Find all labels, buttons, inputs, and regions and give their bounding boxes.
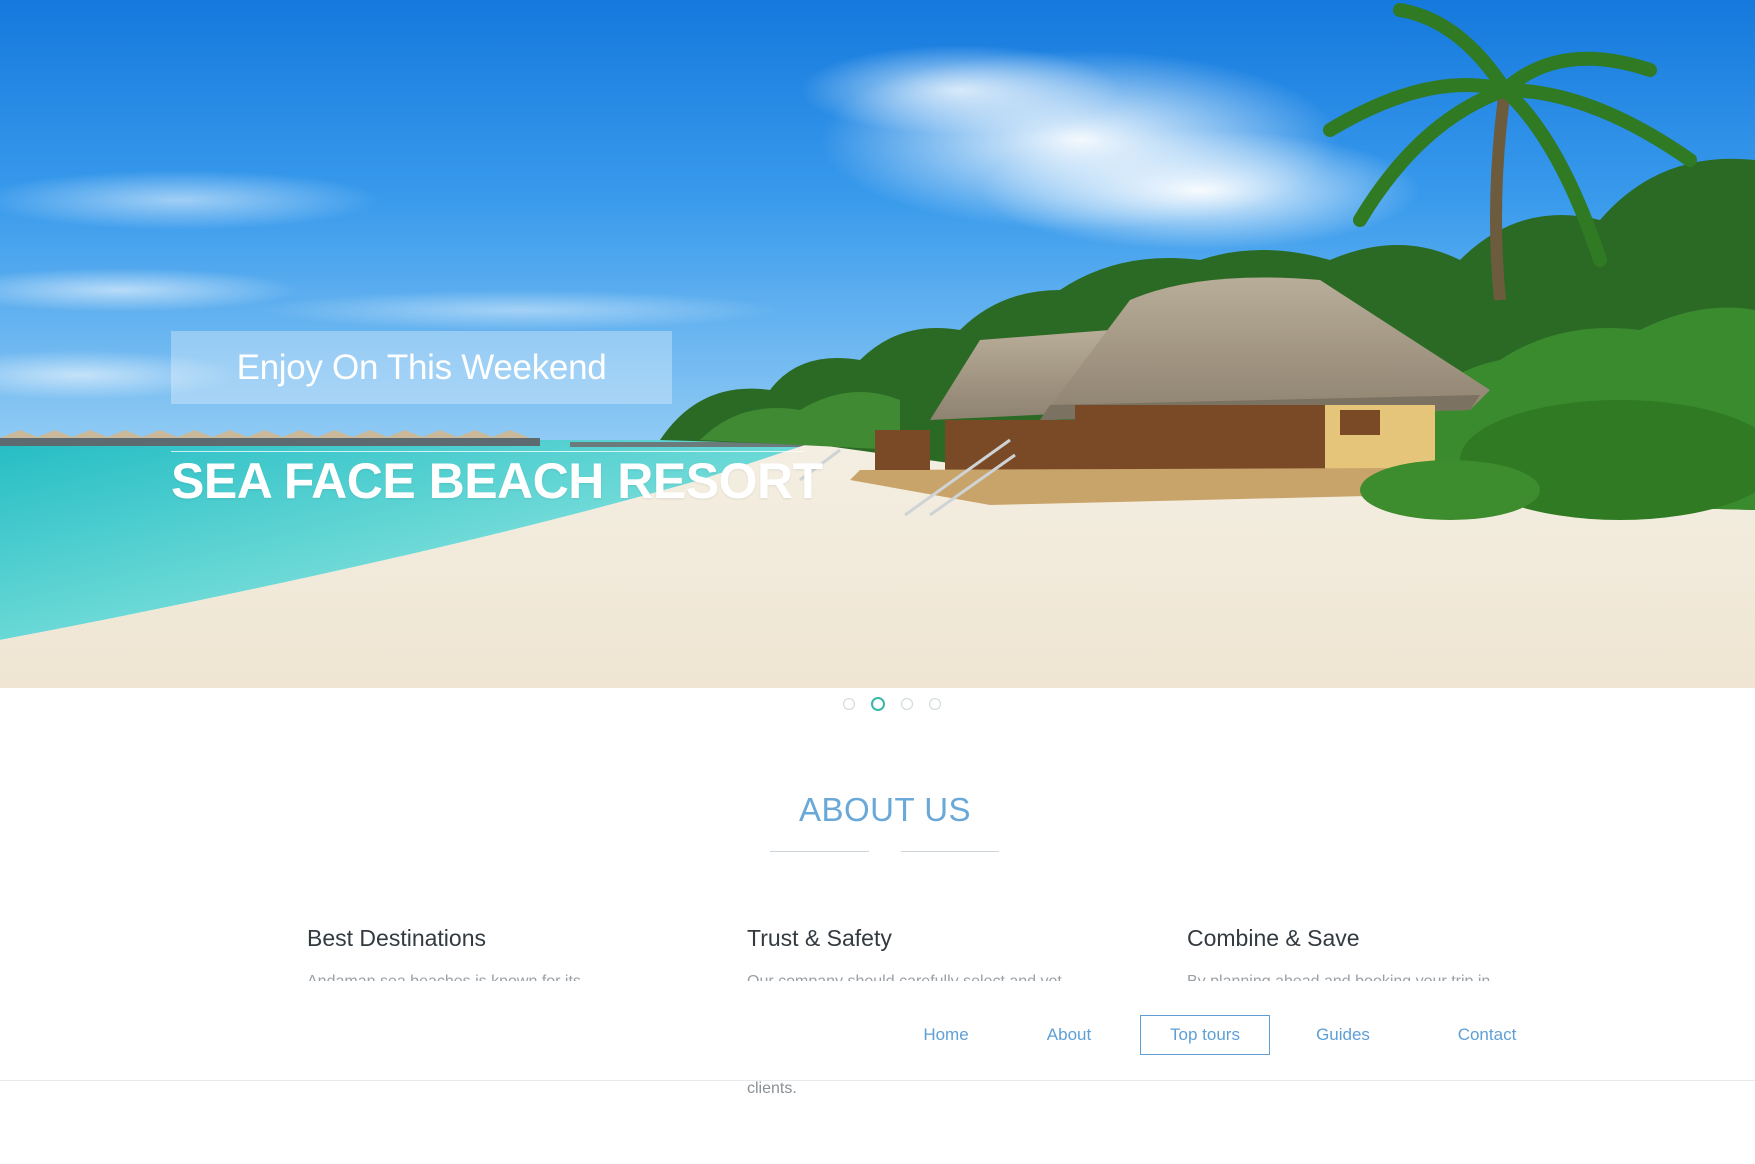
feature-trust-safety: Trust & Safety Our company should carefu… bbox=[747, 925, 1107, 981]
hero-tagline-box: Enjoy On This Weekend bbox=[171, 331, 672, 404]
hero-slider: Enjoy On This Weekend SEA FACE BEACH RES… bbox=[0, 0, 1755, 688]
nav-about[interactable]: About bbox=[1028, 1015, 1110, 1055]
feature-title: Trust & Safety bbox=[747, 925, 892, 951]
about-underline-right bbox=[901, 851, 999, 852]
main-navigation: Home About Top tours Guides Contact bbox=[0, 992, 1755, 1081]
nav-home[interactable]: Home bbox=[902, 1015, 990, 1055]
slider-pagination bbox=[843, 697, 941, 711]
page: Enjoy On This Weekend SEA FACE BEACH RES… bbox=[0, 0, 1755, 1164]
feature-text-continued: clients. bbox=[747, 1080, 797, 1097]
feature-best-destinations: Best Destinations Andaman sea beaches is… bbox=[307, 925, 667, 981]
slider-dot-3[interactable] bbox=[901, 698, 913, 710]
feature-text: Andaman sea beaches is known for its bbox=[307, 971, 667, 981]
slider-dot-4[interactable] bbox=[929, 698, 941, 710]
feature-text: By planning ahead and booking your trip … bbox=[1187, 971, 1547, 981]
nav-top-tours[interactable]: Top tours bbox=[1140, 1015, 1270, 1055]
slider-dot-1[interactable] bbox=[843, 698, 855, 710]
slider-dot-2[interactable] bbox=[871, 697, 885, 711]
feature-title: Best Destinations bbox=[307, 925, 486, 951]
about-heading: ABOUT US bbox=[798, 791, 972, 828]
hero-title: SEA FACE BEACH RESORT bbox=[171, 453, 823, 509]
nav-guides[interactable]: Guides bbox=[1303, 1015, 1383, 1055]
feature-text: Our company should carefully select and … bbox=[747, 971, 1107, 981]
feature-combine-save: Combine & Save By planning ahead and boo… bbox=[1187, 925, 1547, 981]
hero-tagline: Enjoy On This Weekend bbox=[236, 347, 607, 387]
about-underline-left bbox=[770, 851, 869, 852]
feature-title: Combine & Save bbox=[1187, 925, 1360, 951]
nav-contact[interactable]: Contact bbox=[1437, 1015, 1537, 1055]
